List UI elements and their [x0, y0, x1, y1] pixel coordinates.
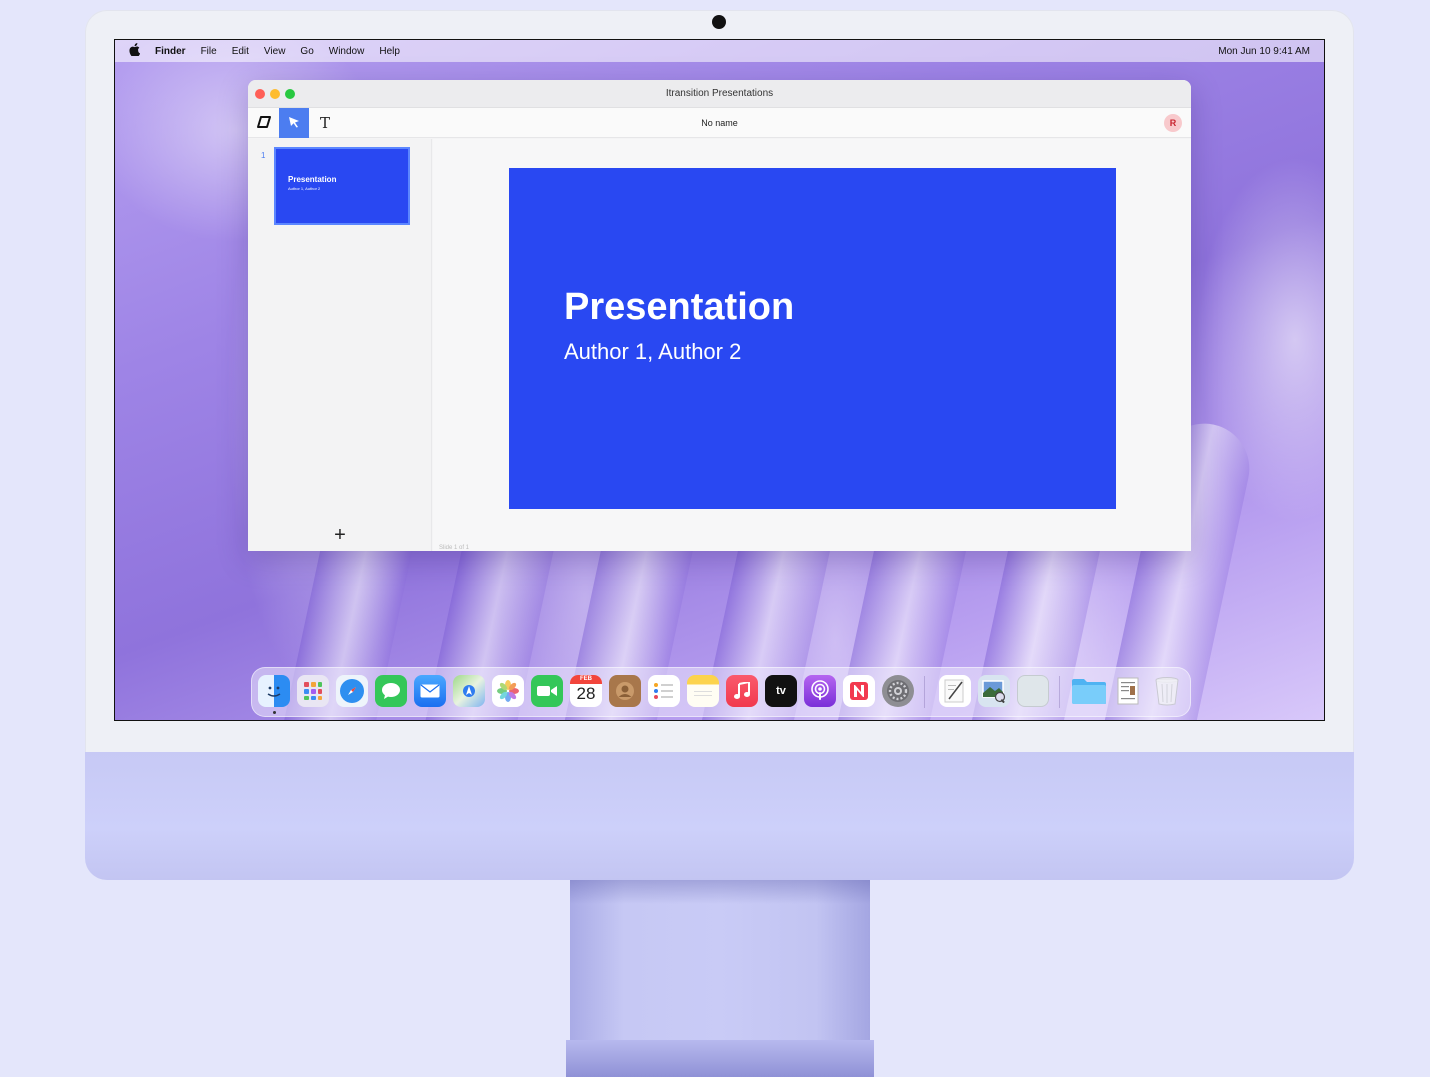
- stand-shadow: [570, 880, 870, 904]
- maps-icon[interactable]: [453, 675, 485, 707]
- menu-window[interactable]: Window: [329, 46, 365, 57]
- imac-chin: [85, 752, 1354, 880]
- apple-tv-label: tv: [776, 685, 786, 697]
- document-icon[interactable]: [1112, 675, 1144, 707]
- thumbnail-subtitle: Author 1, Author 2: [288, 186, 321, 191]
- reminders-icon[interactable]: [648, 675, 680, 707]
- dock-separator: [1059, 676, 1060, 708]
- textedit-icon[interactable]: [939, 675, 971, 707]
- launchpad-icon[interactable]: [297, 675, 329, 707]
- dock-separator: [924, 676, 925, 708]
- slide-canvas-area: Presentation Author 1, Author 2 Slide 1 …: [433, 139, 1191, 551]
- photos-icon[interactable]: [492, 675, 524, 707]
- title-bar: Itransition Presentations: [248, 80, 1191, 108]
- thumbnail-title: Presentation: [288, 175, 337, 184]
- blank-app-icon[interactable]: [1017, 675, 1049, 707]
- mail-icon[interactable]: [414, 675, 446, 707]
- add-slide-button[interactable]: +: [330, 525, 350, 546]
- menu-finder[interactable]: Finder: [155, 46, 186, 57]
- finder-running-indicator: [273, 711, 276, 714]
- app-window: Itransition Presentations T No name R 1: [248, 80, 1191, 551]
- news-icon[interactable]: [843, 675, 875, 707]
- menu-view[interactable]: View: [264, 46, 286, 57]
- slide-title[interactable]: Presentation: [564, 286, 1116, 329]
- notes-icon[interactable]: [687, 675, 719, 707]
- menubar-clock[interactable]: Mon Jun 10 9:41 AM: [1218, 46, 1310, 57]
- document-name[interactable]: No name: [248, 108, 1191, 138]
- trash-icon[interactable]: [1151, 675, 1183, 707]
- facetime-icon[interactable]: [531, 675, 563, 707]
- menu-file[interactable]: File: [201, 46, 217, 57]
- preview-icon[interactable]: [978, 675, 1010, 707]
- stand-base: [566, 1040, 874, 1077]
- finder-icon[interactable]: [258, 675, 290, 707]
- calendar-month: FEB: [570, 675, 602, 684]
- contacts-icon[interactable]: [609, 675, 641, 707]
- safari-icon[interactable]: [336, 675, 368, 707]
- podcasts-icon[interactable]: [804, 675, 836, 707]
- apple-tv-icon[interactable]: tv: [765, 675, 797, 707]
- camera: [712, 15, 726, 29]
- menu-bar: Finder File Edit View Go Window Help Mon…: [115, 40, 1324, 62]
- menu-edit[interactable]: Edit: [232, 46, 249, 57]
- system-settings-icon[interactable]: [882, 675, 914, 707]
- slide-thumbnail[interactable]: Presentation Author 1, Author 2: [274, 147, 410, 225]
- apple-menu-icon[interactable]: [129, 43, 143, 59]
- slide-subtitle[interactable]: Author 1, Author 2: [564, 339, 1116, 365]
- dock: FEB 28 tv: [251, 667, 1191, 717]
- menu-go[interactable]: Go: [300, 46, 313, 57]
- slide-count-label: Slide 1 of 1: [439, 545, 470, 551]
- calendar-icon[interactable]: FEB 28: [570, 675, 602, 707]
- toolbar: T No name R: [248, 108, 1191, 138]
- music-icon[interactable]: [726, 675, 758, 707]
- slide-thumbnail-number: 1: [261, 151, 266, 160]
- window-title: Itransition Presentations: [665, 88, 774, 99]
- screen: Finder File Edit View Go Window Help Mon…: [114, 39, 1325, 721]
- folder-icon[interactable]: [1070, 675, 1108, 707]
- messages-icon[interactable]: [375, 675, 407, 707]
- slides-sidebar: 1 Presentation Author 1, Author 2 +: [248, 139, 432, 551]
- user-avatar[interactable]: R: [1164, 114, 1182, 132]
- menu-help[interactable]: Help: [379, 46, 400, 57]
- calendar-day: 28: [576, 684, 596, 703]
- slide-canvas[interactable]: Presentation Author 1, Author 2: [509, 168, 1116, 509]
